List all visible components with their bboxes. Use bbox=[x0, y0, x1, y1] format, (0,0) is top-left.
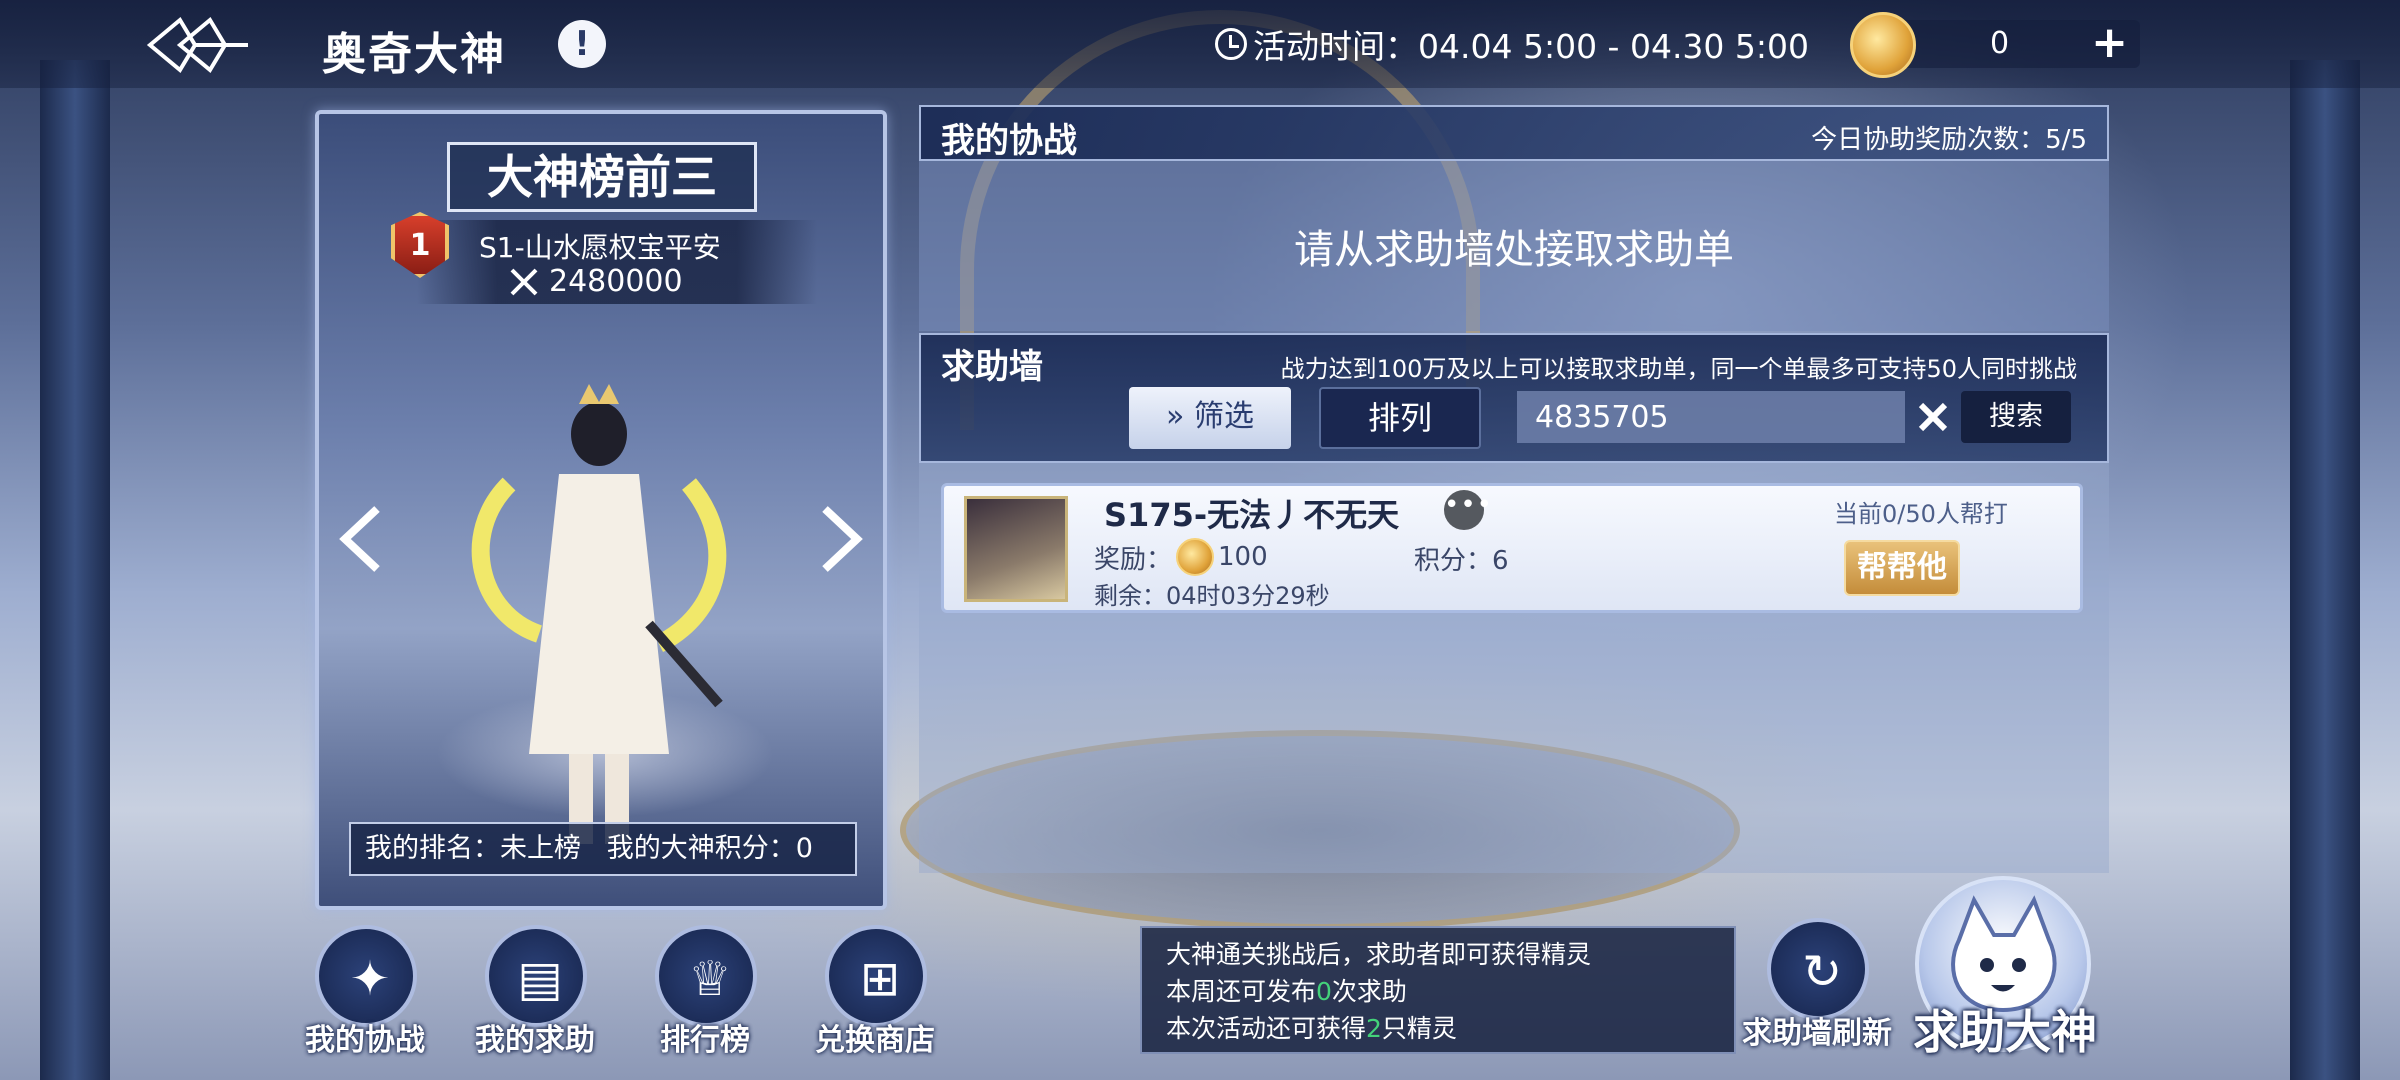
sort-button[interactable]: 排列 bbox=[1319, 387, 1481, 449]
book-icon: ▤ bbox=[517, 951, 563, 1007]
nav-my-help[interactable]: ▤ 我的求助 bbox=[460, 925, 610, 1075]
currency-display: 0 + bbox=[1850, 12, 2140, 78]
tip-line: 大神通关挑战后，求助者即可获得精灵 bbox=[1166, 940, 1592, 969]
filter-label: 筛选 bbox=[1193, 399, 1254, 434]
spirit-count: 2 bbox=[1366, 1014, 1382, 1043]
refresh-wall-button[interactable]: ↻ 求助墙刷新 bbox=[1742, 918, 1892, 1068]
previous-arrow-icon[interactable] bbox=[337, 504, 387, 574]
tip-text: 只精灵 bbox=[1381, 1014, 1457, 1043]
requester-avatar bbox=[964, 496, 1068, 602]
add-currency-button[interactable]: + bbox=[2091, 20, 2128, 66]
more-options-icon[interactable]: ••• bbox=[1444, 490, 1492, 530]
tips-box: 大神通关挑战后，求助者即可获得精灵 本周还可发布0次求助 本次活动还可获得2只精… bbox=[1140, 926, 1736, 1054]
background-pillar bbox=[40, 60, 110, 1080]
compass-icon: ✦ bbox=[349, 951, 391, 1007]
nav-exchange-shop[interactable]: ⊞ 兑换商店 bbox=[800, 925, 950, 1075]
crossed-swords-icon bbox=[509, 267, 539, 297]
request-help-label: 求助大神 bbox=[1913, 1005, 2097, 1059]
tip-line: 本次活动还可获得2只精灵 bbox=[1166, 1010, 1734, 1047]
daily-reward-count: 今日协助奖励次数：5/5 bbox=[1811, 125, 2087, 155]
help-wall-header: 求助墙 战力达到100万及以上可以接取求助单，同一个单最多可支持50人同时挑战 … bbox=[919, 333, 2109, 463]
nav-circle: ⊞ bbox=[825, 925, 927, 1027]
clear-search-icon[interactable] bbox=[1907, 391, 1959, 443]
currency-value: 0 bbox=[1990, 26, 2010, 61]
help-wall-title: 求助墙 bbox=[941, 347, 1043, 387]
search-input[interactable] bbox=[1517, 391, 1905, 443]
filter-button[interactable]: » 筛选 bbox=[1129, 387, 1291, 449]
nav-circle: ✦ bbox=[315, 925, 417, 1027]
nav-label: 我的求助 bbox=[475, 1023, 595, 1058]
nav-my-assist[interactable]: ✦ 我的协战 bbox=[290, 925, 440, 1075]
request-score: 积分：6 bbox=[1414, 546, 1509, 576]
my-assist-body: 请从求助墙处接取求助单 bbox=[919, 161, 2109, 331]
nav-leaderboard[interactable]: ♕ 排行榜 bbox=[630, 925, 780, 1075]
refresh-label: 求助墙刷新 bbox=[1742, 1016, 1892, 1051]
refresh-icon: ↻ bbox=[1801, 944, 1843, 1000]
cart-icon: ⊞ bbox=[859, 951, 901, 1007]
requester-name: S175-无法丿不无天 bbox=[1104, 496, 1400, 534]
tip-text: 次求助 bbox=[1331, 977, 1407, 1006]
clock-icon bbox=[1215, 28, 1247, 60]
request-helper-status: 当前0/50人帮打 bbox=[1834, 500, 2008, 528]
tip-line: 本周还可发布0次求助 bbox=[1166, 973, 1734, 1010]
tip-text: 本次活动还可获得 bbox=[1166, 1014, 1367, 1043]
my-rank-info: 我的排名：未上榜 我的大神积分：0 bbox=[349, 822, 857, 876]
ranking-panel: 大神榜前三 1 S1-山水愿权宝平安 2480000 我的排名：未上榜 我的大神… bbox=[315, 110, 887, 910]
my-assist-empty-message: 请从求助墙处接取求助单 bbox=[1294, 227, 1734, 273]
reward-label: 奖励： bbox=[1094, 544, 1173, 575]
background-pillar bbox=[2290, 60, 2360, 1080]
my-assist-header: 我的协战 今日协助奖励次数：5/5 bbox=[919, 105, 2109, 161]
my-assist-title: 我的协战 bbox=[941, 121, 1077, 161]
tip-text: 本周还可发布 bbox=[1166, 977, 1317, 1006]
power-value: 2480000 bbox=[549, 264, 683, 299]
chevron-down-icon: » bbox=[1166, 399, 1185, 434]
top-player-power: 2480000 bbox=[509, 264, 683, 299]
nav-label: 排行榜 bbox=[660, 1023, 750, 1058]
next-arrow-icon[interactable] bbox=[815, 504, 865, 574]
game-logo-icon bbox=[146, 16, 248, 74]
ranking-title: 大神榜前三 bbox=[447, 142, 757, 212]
coin-icon bbox=[1850, 12, 1916, 78]
search-button[interactable]: 搜索 bbox=[1961, 391, 2071, 443]
page-title: 奥奇大神 bbox=[322, 29, 506, 80]
reward-value: 100 bbox=[1218, 542, 1268, 572]
nav-label: 我的协战 bbox=[305, 1023, 425, 1058]
activity-time-text: 活动时间：04.04 5:00 - 04.30 5:00 bbox=[1253, 27, 1810, 66]
trophy-icon: ♕ bbox=[688, 951, 732, 1007]
info-button[interactable]: ! bbox=[558, 20, 606, 68]
help-wall-description: 战力达到100万及以上可以接取求助单，同一个单最多可支持50人同时挑战 bbox=[1280, 355, 2077, 383]
request-remaining-time: 剩余：04时03分29秒 bbox=[1094, 582, 1330, 610]
activity-time: 活动时间：04.04 5:00 - 04.30 5:00 bbox=[1215, 20, 1809, 68]
request-help-button[interactable]: 求助大神 bbox=[1905, 876, 2097, 1076]
nav-circle: ↻ bbox=[1767, 918, 1869, 1020]
weekly-help-count: 0 bbox=[1316, 977, 1332, 1006]
request-reward: 奖励： 100 bbox=[1094, 538, 1268, 576]
top-player-name: S1-山水愿权宝平安 bbox=[479, 231, 721, 264]
hero-character bbox=[471, 384, 727, 844]
nav-label: 兑换商店 bbox=[815, 1023, 935, 1058]
help-request-list: S175-无法丿不无天 ••• 奖励： 100 积分：6 剩余：04时03分29… bbox=[919, 463, 2109, 873]
nav-circle: ▤ bbox=[485, 925, 587, 1027]
nav-circle: ♕ bbox=[655, 925, 757, 1027]
help-him-button[interactable]: 帮帮他 bbox=[1844, 540, 1960, 596]
top-bar: 奥奇大神 ! 活动时间：04.04 5:00 - 04.30 5:00 0 + bbox=[0, 0, 2400, 88]
help-request-card: S175-无法丿不无天 ••• 奖励： 100 积分：6 剩余：04时03分29… bbox=[941, 483, 2083, 613]
coin-icon bbox=[1176, 538, 1215, 576]
